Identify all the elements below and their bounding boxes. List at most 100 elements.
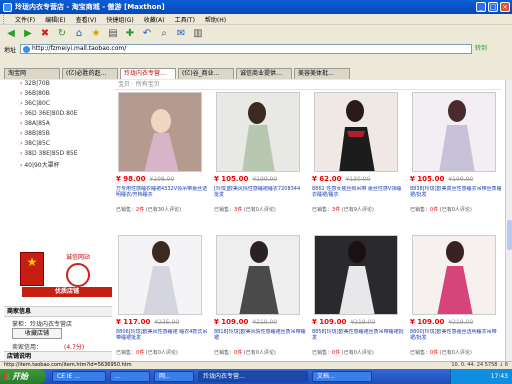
- favorites-icon[interactable]: ★: [89, 27, 103, 41]
- page-icon: [23, 46, 30, 53]
- product-image[interactable]: [314, 92, 398, 172]
- product-title[interactable]: 8818[玲珑]欧美风情性感睡裙丝质吊带睡裙: [214, 329, 306, 349]
- product-image[interactable]: [216, 235, 300, 315]
- menu-favorites[interactable]: 收藏(A): [144, 15, 165, 24]
- product-image[interactable]: [216, 92, 300, 172]
- shop-notes-heading: 店铺说明: [4, 351, 112, 361]
- taskbar-item[interactable]: ...: [110, 371, 150, 382]
- product-card[interactable]: ¥ 109.00 ¥219.00 8800[玲珑]欧美性感蕾丝透明睡衣吊带裙/批发…: [406, 235, 504, 361]
- stop-icon[interactable]: ✖: [38, 27, 52, 41]
- scrollbar-thumb[interactable]: [507, 220, 512, 250]
- menu-help[interactable]: 帮助(H): [205, 15, 226, 24]
- system-tray: 17:43: [450, 369, 512, 384]
- menu-tools[interactable]: 工具(T): [175, 15, 195, 24]
- product-price: ¥ 105.00 ¥199.00: [410, 175, 474, 183]
- product-price: ¥ 62.00 ¥130.00: [312, 175, 371, 183]
- refresh-icon[interactable]: ↻: [55, 27, 69, 41]
- maximize-button[interactable]: □: [488, 2, 498, 12]
- status-info: 10. 0. 44. 24 5758 ↓ 6: [451, 362, 508, 368]
- search-icon[interactable]: ⌕: [157, 27, 171, 41]
- product-image[interactable]: [118, 235, 202, 315]
- quality-shop-label: 优质店铺: [22, 287, 112, 297]
- taskbar-item-active[interactable]: 玲珑内衣专营...: [198, 371, 308, 382]
- rating-label: 卖家信用：: [12, 344, 43, 351]
- close-button[interactable]: ×: [500, 2, 510, 12]
- product-card[interactable]: ¥ 109.00 ¥219.00 8818[玲珑]欧美风情性感睡裙丝质吊带睡裙 已…: [210, 235, 308, 361]
- product-title[interactable]: [玲珑]欧美风情性感睡裙睡衣7208344 批发: [214, 186, 306, 206]
- seal-circle-icon: [66, 263, 90, 287]
- shop-info-heading: 商家信息: [4, 306, 112, 317]
- address-url: http://fzmeiyi.mall.taobao.com/: [32, 45, 127, 52]
- taskbar-item[interactable]: CE IE ...: [52, 371, 106, 382]
- category-item[interactable]: 38A|85A: [4, 120, 112, 130]
- category-item[interactable]: 38B|85B: [4, 130, 112, 140]
- product-card[interactable]: ¥ 105.00 ¥199.00 8838[玲珑]欧美真丝性感睡衣吊带丝质睡裙/批…: [406, 92, 504, 232]
- category-list: 32B|70B 36B|80B 36C|80C 36D 36E|80D 80E …: [4, 80, 112, 170]
- product-sold: 已销售：0件 (已有0人评论): [116, 350, 178, 356]
- sidebar: 32B|70B 36B|80B 36C|80C 36D 36E|80D 80E …: [4, 80, 112, 361]
- tab-2[interactable]: (亿)必胜的赶…: [62, 68, 118, 79]
- tab-store-active[interactable]: 玲珑内衣专营…: [120, 68, 176, 79]
- start-button[interactable]: 开始: [0, 369, 46, 384]
- product-card[interactable]: ¥ 62.00 ¥130.00 8862 性感女装丝绸吊带 蕾丝性感V领睡衣睡裙/…: [308, 92, 406, 232]
- go-button[interactable]: 转到: [475, 44, 495, 54]
- taskbar-item[interactable]: 文档...: [312, 371, 372, 382]
- taskbar-item[interactable]: 网...: [154, 371, 194, 382]
- menu-view[interactable]: 查看(V): [76, 15, 97, 24]
- minimize-button[interactable]: _: [476, 2, 486, 12]
- menu-file[interactable]: 文件(F): [15, 15, 35, 24]
- product-card[interactable]: ¥ 98.00 ¥198.00 万专用性感睡衣睡裙4332V领吊带蕾丝透明睡衣/开…: [112, 92, 210, 232]
- category-item[interactable]: 36C|80C: [4, 100, 112, 110]
- product-title[interactable]: 8800[玲珑]欧美性感蕾丝透明睡衣吊带裙/批发: [410, 329, 502, 349]
- follow-shop-button[interactable]: 收藏店铺: [12, 328, 62, 339]
- category-item[interactable]: 36D 36E|80D 80E: [4, 110, 112, 120]
- taskbar: 开始 CE IE ... ... 网... 玲珑内衣专营... 文档... 17…: [0, 369, 512, 384]
- product-image[interactable]: [412, 235, 496, 315]
- mail-icon[interactable]: ✉: [174, 27, 188, 41]
- product-card[interactable]: ¥ 117.00 ¥235.00 8806[玲珑]欧美风性感睡裙 睡衣4款式吊带睡…: [112, 235, 210, 361]
- history-icon[interactable]: ▤: [106, 27, 120, 41]
- category-item[interactable]: 36B|80B: [4, 90, 112, 100]
- product-title[interactable]: 8838[玲珑]欧美真丝性感睡衣吊带丝质睡裙/批发: [410, 186, 502, 206]
- breadcrumb: 宝贝 · 所有宝贝: [115, 80, 501, 90]
- address-bar: 地址 http://fzmeiyi.mall.taobao.com/ 转到: [0, 43, 512, 55]
- product-sold: 已销售：3件 (已有9人评论): [312, 207, 374, 213]
- category-item[interactable]: 38D 38E|85D 85E: [4, 150, 112, 160]
- product-image[interactable]: [412, 92, 496, 172]
- shop-owner: 掌柜：玲珑内衣专营店: [12, 321, 73, 328]
- category-item[interactable]: 32B|70B: [4, 80, 112, 90]
- product-price: ¥ 109.00 ¥219.00: [410, 318, 474, 326]
- address-input[interactable]: http://fzmeiyi.mall.taobao.com/: [20, 44, 472, 54]
- home-icon[interactable]: ⌂: [72, 27, 86, 41]
- vertical-scrollbar[interactable]: [505, 80, 512, 361]
- window-title: 玲珑内衣专营店 - 淘宝商城 - 傲游 [Maxthon]: [15, 3, 165, 11]
- split-icon[interactable]: ▥: [191, 27, 205, 41]
- tab-5[interactable]: 诚信商业提供…: [236, 68, 292, 79]
- new-tab-icon[interactable]: ✚: [123, 27, 137, 41]
- product-image[interactable]: [118, 92, 202, 172]
- address-label: 地址: [4, 46, 17, 54]
- product-card[interactable]: ¥ 105.00 ¥199.00 [玲珑]欧美风情性感睡裙睡衣7208344 批发…: [210, 92, 308, 232]
- tab-strip: 淘宝网 (亿)必胜的赶… 玲珑内衣专营… (亿)谷_商业… 诚信商业提供… 美容…: [0, 66, 512, 79]
- undo-icon[interactable]: ↶: [140, 27, 154, 41]
- category-item[interactable]: 38C|85C: [4, 140, 112, 150]
- product-title[interactable]: 万专用性感睡衣睡裙4332V领吊带蕾丝透明睡衣/开档睡衣: [116, 186, 208, 206]
- forward-icon[interactable]: ▶: [21, 27, 35, 41]
- category-item[interactable]: 40|90大罩杯: [4, 160, 112, 170]
- product-title[interactable]: 8862 性感女装丝绸吊带 蕾丝性感V领睡衣睡裙/睡衣: [312, 186, 404, 206]
- product-card[interactable]: ¥ 109.00 ¥219.00 8858[玲珑]欧美性感睡裙丝质吊带睡裙批发 已…: [308, 235, 406, 361]
- back-icon[interactable]: ◀: [4, 27, 18, 41]
- rating-value: (4.7分): [64, 344, 85, 351]
- product-sold: 已销售：0件 (已有0人评论): [410, 350, 472, 356]
- menu-edit[interactable]: 编辑(E): [45, 15, 65, 24]
- shop-badge: ★: [20, 252, 44, 286]
- page-content: 32B|70B 36B|80B 36C|80C 36D 36E|80D 80E …: [0, 80, 505, 361]
- trust-seal[interactable]: 诚信网站: [46, 252, 110, 287]
- tab-6[interactable]: 美容美体批…: [294, 68, 350, 79]
- tab-4[interactable]: (亿)谷_商业…: [178, 68, 234, 79]
- product-image[interactable]: [314, 235, 398, 315]
- tab-taobao[interactable]: 淘宝网: [4, 68, 60, 79]
- product-title[interactable]: 8858[玲珑]欧美性感睡裙丝质吊带睡裙批发: [312, 329, 404, 349]
- menu-groups[interactable]: 快捷组(G): [106, 15, 133, 24]
- product-title[interactable]: 8806[玲珑]欧美风性感睡裙 睡衣4款式吊带睡裙批发: [116, 329, 208, 349]
